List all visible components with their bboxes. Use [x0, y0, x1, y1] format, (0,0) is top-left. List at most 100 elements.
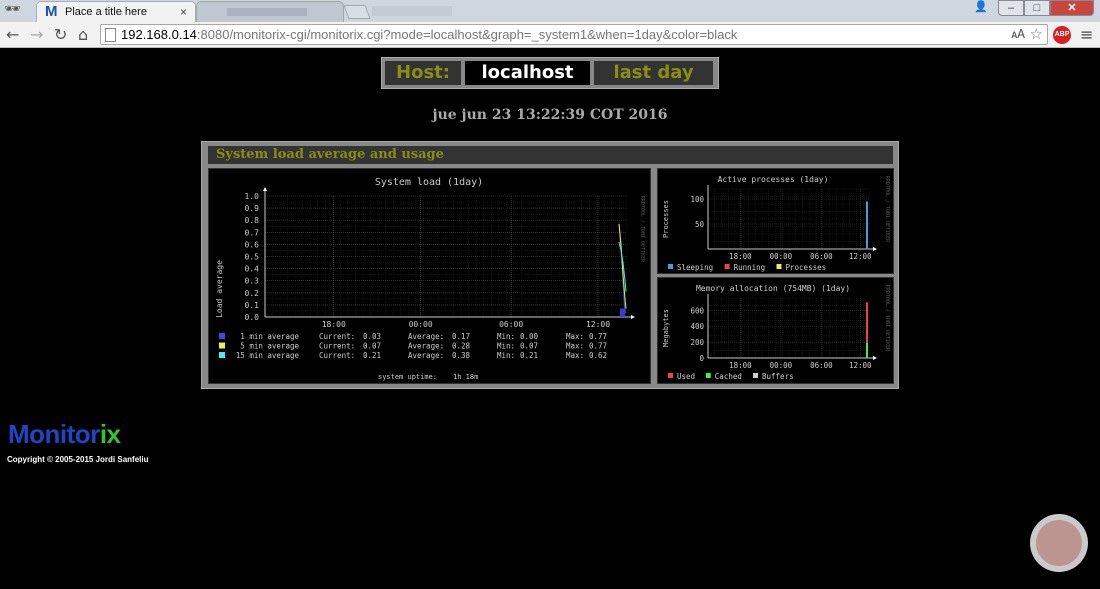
logo-text-2: ix — [99, 419, 121, 449]
legend-current-value: 0.21 — [363, 351, 381, 360]
y-tick-label: 0.6 — [245, 240, 260, 249]
close-window-button[interactable]: ✕ — [1050, 0, 1094, 16]
minimize-button[interactable]: – — [998, 0, 1024, 16]
y-tick-label: 0.0 — [245, 313, 260, 322]
back-arrow-icon[interactable]: ← — [6, 25, 19, 44]
legend-series-name: 1 min average — [240, 332, 299, 341]
y-tick-label: 50 — [695, 220, 705, 229]
chart-title: System load (1day) — [375, 177, 483, 188]
legend-label: Used — [677, 372, 695, 381]
bookmark-star-icon[interactable]: ☆ — [1030, 25, 1043, 43]
tab-inactive[interactable] — [196, 1, 344, 22]
legend-max-value: 0.77 — [589, 332, 607, 341]
legend-average-value: 0.38 — [452, 351, 471, 360]
legend-average-label: Average: — [408, 342, 444, 351]
x-tick-label: 12:00 — [849, 361, 872, 370]
rrdtool-credit: RRDTOOL / TOBI OETIKER — [639, 196, 645, 263]
series-lines — [618, 223, 627, 317]
processes-plot: 100 50 18:00 00:00 06:00 12:00 Sleeping Running… — [668, 185, 877, 272]
legend-average-value: 0.28 — [452, 342, 471, 351]
active-processes-graph[interactable]: Active processes (1day) Processes RRDTOO… — [657, 168, 894, 274]
x-tick-label: 18:00 — [729, 252, 752, 261]
x-tick-label: 00:00 — [770, 252, 793, 261]
legend-swatch — [753, 373, 758, 378]
uptime-label: system uptime: — [378, 373, 437, 381]
y-axis-arrow — [263, 187, 267, 191]
adblock-plus-icon[interactable]: ABP — [1053, 26, 1071, 44]
y-tick-label: 600 — [690, 306, 704, 315]
used-bar — [866, 302, 868, 343]
tab-active[interactable]: M Place a title here × — [36, 1, 196, 22]
system-load-svg: System load (1day) Load average RRDTOOL … — [215, 177, 645, 381]
new-tab-button[interactable] — [343, 5, 371, 19]
legend-swatch — [705, 373, 711, 378]
legend-swatch — [219, 333, 225, 339]
legend-max-value: 0.77 — [589, 342, 607, 351]
legend-label: Processes — [786, 263, 827, 272]
monitorix-favicon-icon: M — [45, 3, 58, 20]
watermark-inner — [1036, 520, 1082, 566]
url-text[interactable]: 192.168.0.14:8080/monitorix-cgi/monitori… — [121, 27, 737, 42]
y-tick-labels: 1.0 0.9 0.8 0.7 0.6 0.5 0.4 0.3 0.2 0.1 0.0 — [245, 192, 260, 322]
maximize-button[interactable]: □ — [1024, 0, 1050, 16]
y-tick-label: 0.5 — [245, 253, 260, 262]
legend-max-label: Max: — [566, 332, 584, 341]
copyright-text: Copyright © 2005-2015 Jordi Sanfeliu — [7, 455, 149, 464]
monitorix-logo[interactable]: Monitorix — [8, 419, 121, 450]
legend-swatch — [219, 342, 225, 349]
menu-icon[interactable]: ≡ — [1080, 25, 1093, 44]
legend-min-value: 0.07 — [520, 342, 538, 351]
x-tick-label: 00:00 — [409, 320, 433, 329]
blurred-tab[interactable] — [372, 6, 452, 16]
legend-min-value: 0.00 — [520, 332, 539, 341]
tab-close-icon[interactable]: × — [180, 5, 187, 19]
system-load-graph[interactable]: System load (1day) Load average RRDTOOL … — [208, 168, 651, 384]
series-area-1min — [620, 308, 625, 317]
x-tick-label: 06:00 — [499, 320, 523, 329]
period-label: last day — [594, 61, 713, 85]
legend-current-value: 0.03 — [363, 332, 381, 341]
legend-max-label: Max: — [566, 342, 584, 351]
x-tick-label: 00:00 — [770, 361, 793, 370]
host-label: Host: — [385, 61, 461, 85]
legend-swatch — [668, 373, 673, 378]
legend-swatch — [668, 264, 673, 269]
tab-blurred-title — [227, 8, 307, 16]
legend-average-value: 0.17 — [452, 332, 470, 341]
legend-current-label: Current: — [319, 332, 355, 341]
y-tick-label: 0.1 — [245, 301, 260, 310]
memory-allocation-graph[interactable]: Memory allocation (754MB) (1day) Megabyt… — [657, 277, 894, 384]
window-controls: 👤 – □ ✕ — [968, 0, 1094, 16]
legend: 1 min average Current: 0.03 Average: 0.17 Min… — [219, 332, 607, 360]
legend-swatch — [724, 264, 730, 269]
legend-max-label: Max: — [566, 351, 584, 360]
legend-average-label: Average: — [408, 332, 444, 341]
legend-average-label: Average: — [408, 351, 444, 360]
memory-title: Memory allocation (754MB) (1day) — [696, 284, 850, 293]
reload-icon[interactable]: ↻ — [54, 25, 67, 44]
home-icon[interactable]: ⌂ — [78, 25, 88, 44]
user-icon[interactable]: 👤 — [968, 0, 994, 16]
y-tick-label: 0.3 — [245, 277, 260, 286]
address-bar[interactable]: 192.168.0.14:8080/monitorix-cgi/monitori… — [100, 24, 1048, 45]
x-tick-labels: 18:00 00:00 06:00 12:00 — [322, 320, 611, 329]
processes-title: Active processes (1day) — [718, 175, 829, 184]
x-tick-label: 18:00 — [729, 361, 752, 370]
x-tick-label: 06:00 — [810, 361, 833, 370]
legend-swatch — [219, 352, 225, 358]
y-tick-label: 400 — [690, 322, 704, 331]
grid — [263, 187, 635, 319]
legend-swatch — [776, 264, 782, 269]
processes-y-label: Processes — [662, 200, 670, 238]
incognito-icon: 🕶 — [4, 2, 21, 17]
browser-toolbar: ← → ↻ ⌂ 192.168.0.14:8080/monitorix-cgi/… — [0, 22, 1100, 48]
x-axis-arrow — [873, 247, 877, 251]
translate-icon[interactable]: 🗚 — [1011, 27, 1025, 42]
memory-y-label: Megabytes — [662, 309, 670, 347]
forward-arrow-icon[interactable]: → — [30, 25, 43, 44]
tab-title: Place a title here — [65, 6, 147, 18]
y-tick-label: 200 — [690, 338, 704, 347]
y-tick-label: 1.0 — [245, 192, 260, 201]
watermark-logo — [1030, 514, 1088, 572]
memory-rrdtool-credit: RRDTOOL / TOBI OETIKER — [884, 285, 890, 352]
